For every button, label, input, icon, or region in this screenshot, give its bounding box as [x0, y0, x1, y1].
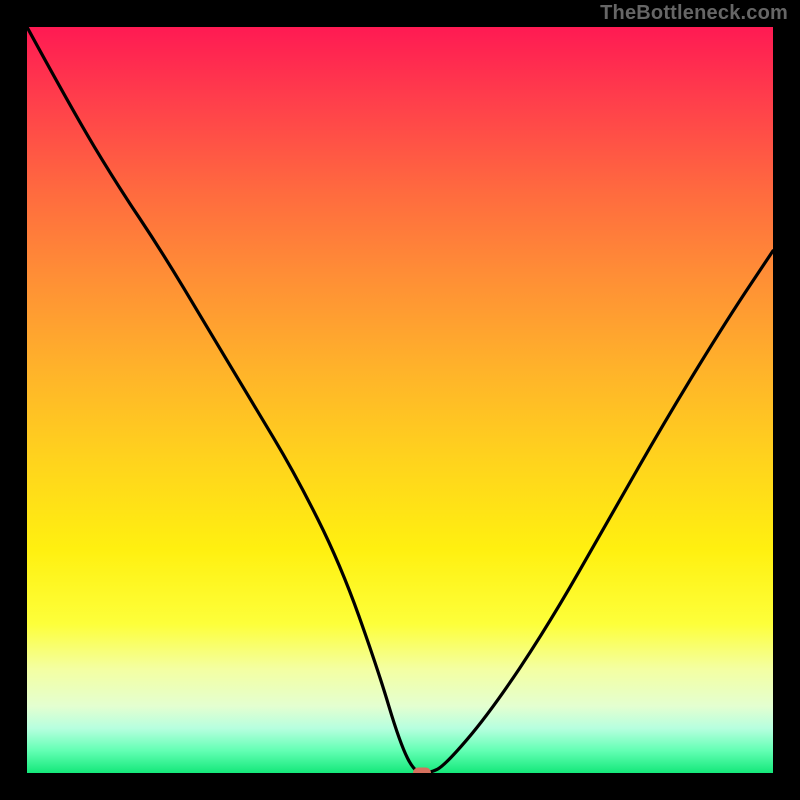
- min-point-marker: [413, 768, 431, 774]
- chart-frame: TheBottleneck.com: [0, 0, 800, 800]
- watermark-label: TheBottleneck.com: [600, 2, 788, 25]
- plot-area: [27, 27, 773, 773]
- chart-curve: [27, 27, 773, 773]
